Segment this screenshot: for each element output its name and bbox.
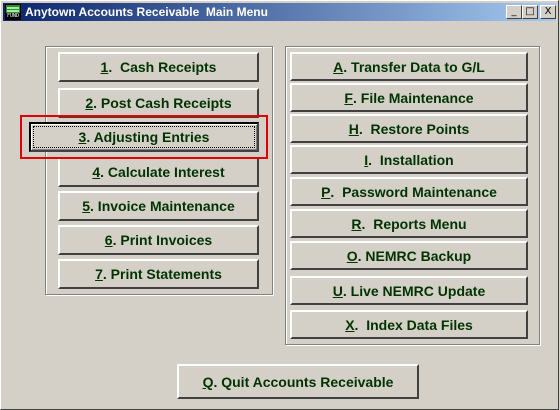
button-label: . Transfer Data to G/L [343,58,485,75]
hotkey: 5 [82,198,91,214]
installation-button[interactable]: I. Installation [290,145,528,174]
button-label: . Adjusting Entries [86,129,210,145]
hotkey: 1 [100,59,109,75]
hotkey: 4 [92,164,101,180]
icon-stripe [7,7,19,9]
button-label: . Post Cash Receipts [93,95,232,111]
button-label: . Calculate Interest [100,164,225,180]
file-maintenance-button[interactable]: F. File Maintenance [290,83,528,112]
post-cash-receipts-button[interactable]: 2. Post Cash Receipts [58,88,259,118]
title-bar[interactable]: FUND Anytown Accounts Receivable Main Me… [3,3,556,21]
button-label: . File Maintenance [352,89,474,106]
button-label: . Quit Accounts Receivable [213,373,394,390]
invoice-maintenance-button[interactable]: 5. Invoice Maintenance [58,191,259,221]
hotkey: X [345,316,355,333]
password-maintenance-button[interactable]: P. Password Maintenance [290,177,528,206]
button-label: . Installation [368,151,454,168]
hotkey: R [351,215,362,232]
icon-stripe [7,10,19,12]
live-nemrc-update-button[interactable]: U. Live NEMRC Update [290,276,528,305]
hotkey: 7 [95,266,103,282]
transfer-data-button[interactable]: A. Transfer Data to G/L [290,52,528,81]
close-button[interactable]: X [540,5,556,19]
hotkey: Q [202,373,214,390]
minimize-button[interactable]: _ [506,5,522,19]
hotkey: O [346,247,358,264]
button-label: . Live NEMRC Update [342,282,486,299]
hotkey: H [348,120,359,137]
reports-menu-button[interactable]: R. Reports Menu [290,209,528,238]
restore-points-button[interactable]: H. Restore Points [290,114,528,143]
hotkey: 6 [104,232,113,248]
button-label: . Index Data Files [354,316,473,333]
quit-button[interactable]: Q. Quit Accounts Receivable [177,364,419,399]
hotkey: P [321,183,331,200]
cash-receipts-button[interactable]: 1. Cash Receipts [58,52,259,82]
hotkey: 2 [85,95,94,111]
button-label: . Invoice Maintenance [90,198,235,214]
print-invoices-button[interactable]: 6. Print Invoices [58,225,259,255]
button-label: . Restore Points [358,120,470,137]
adjusting-entries-button[interactable]: 3. Adjusting Entries [29,122,259,152]
window-title: Anytown Accounts Receivable Main Menu [25,5,268,19]
button-label: . Cash Receipts [108,59,217,75]
button-label: . Reports Menu [361,215,467,232]
maximize-button[interactable]: □ [522,5,538,19]
nemrc-backup-button[interactable]: O. NEMRC Backup [290,241,528,270]
button-label: . NEMRC Backup [357,247,472,264]
main-window: FUND Anytown Accounts Receivable Main Me… [0,0,559,410]
button-label: . Password Maintenance [330,183,497,200]
print-statements-button[interactable]: 7. Print Statements [58,259,259,289]
calculate-interest-button[interactable]: 4. Calculate Interest [58,157,259,187]
button-label: . Print Statements [102,266,222,282]
hotkey: F [344,89,353,106]
index-data-files-button[interactable]: X. Index Data Files [290,310,528,339]
hotkey: U [332,282,343,299]
hotkey: A [333,58,344,75]
icon-label: FUND [6,13,20,19]
button-label: . Print Invoices [112,232,213,248]
hotkey: 3 [78,129,87,145]
app-icon[interactable]: FUND [5,4,21,20]
